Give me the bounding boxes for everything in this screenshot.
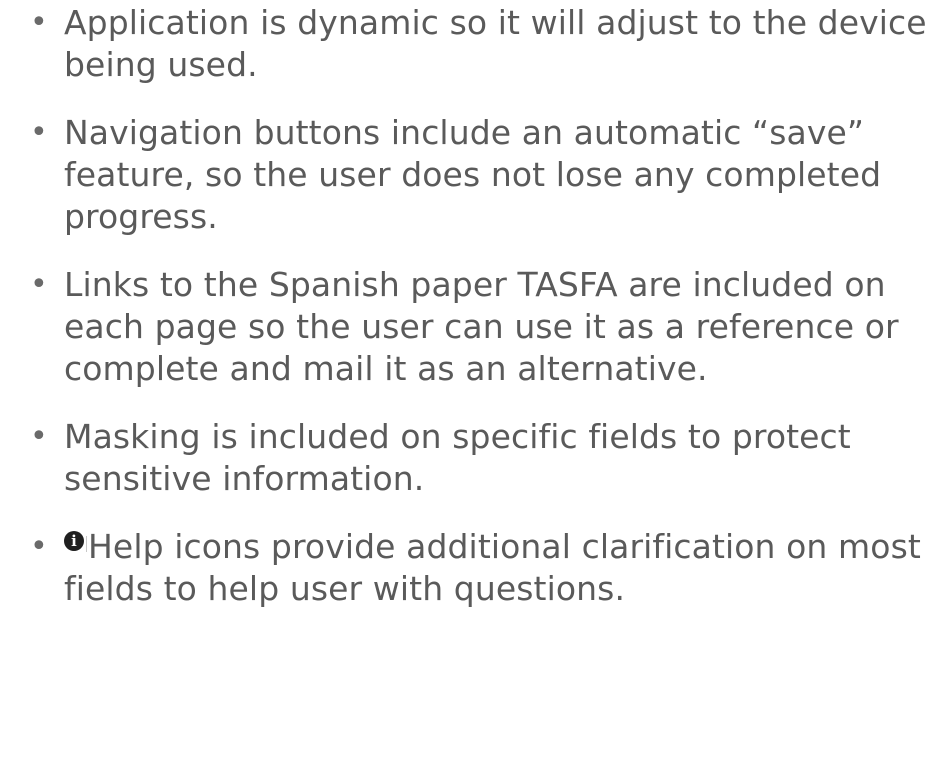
bullet-text: Links to the Spanish paper TASFA are inc…	[64, 265, 899, 388]
bullet-item-spanish-tasfa-links: • Links to the Spanish paper TASFA are i…	[28, 264, 928, 390]
bullet-item-dynamic-app: • Application is dynamic so it will adju…	[28, 2, 928, 86]
bullet-item-auto-save: • Navigation buttons include an automati…	[28, 112, 928, 238]
bullet-text: Help icons provide additional clarificat…	[64, 527, 921, 608]
bullet-text: Application is dynamic so it will adjust…	[64, 3, 927, 84]
bullet-symbol: •	[30, 419, 48, 454]
bullet-symbol: •	[30, 529, 48, 564]
icon-cursor-tick	[86, 536, 87, 552]
bullet-text: Navigation buttons include an automatic …	[64, 113, 882, 236]
bullet-symbol: •	[30, 115, 48, 150]
bullet-symbol: •	[30, 5, 48, 40]
bullet-list: • Application is dynamic so it will adju…	[28, 2, 928, 636]
bullet-item-help-icons: • i Help icons provide additional clarifi…	[28, 526, 928, 610]
bullet-symbol: •	[30, 267, 48, 302]
slide: • Application is dynamic so it will adju…	[0, 0, 936, 774]
bullet-item-masking: • Masking is included on specific fields…	[28, 416, 928, 500]
bullet-text: Masking is included on specific fields t…	[64, 417, 851, 498]
info-icon: i	[64, 531, 84, 551]
